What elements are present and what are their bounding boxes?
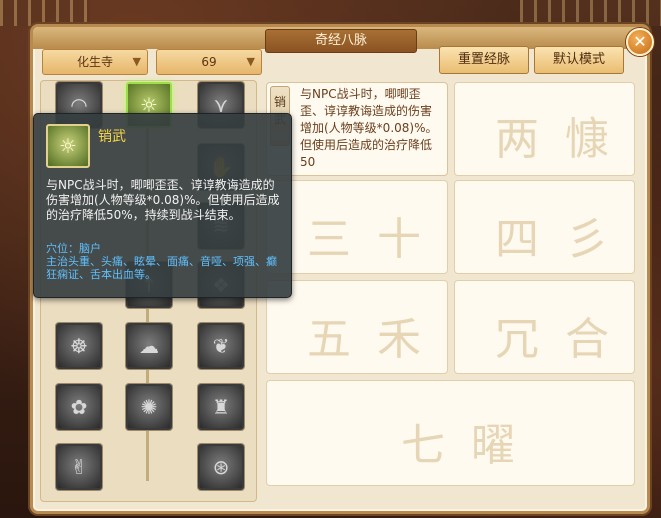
skill-leaf-icon[interactable]: ❦ <box>198 323 244 369</box>
level-dropdown[interactable]: 69 ▼ <box>156 49 262 75</box>
skill-hand-icon[interactable]: ✌ <box>56 444 102 490</box>
tooltip-acupoint-block: 穴位：脑户 主治头重、头痛、眩晕、面痛、音哑、项强、癫狂痫证、舌本出血等。 <box>46 242 286 281</box>
window-lattice-right <box>520 0 661 26</box>
slot-glyph: 十 <box>377 214 421 265</box>
slot-2[interactable]: 三 十 <box>266 180 448 274</box>
tooltip-skill-name: 销武 <box>98 129 126 145</box>
slot-glyph: 曜 <box>471 420 515 471</box>
tooltip-indication: 主治头重、头痛、眩晕、面痛、音哑、项强、癫狂痫证、舌本出血等。 <box>46 255 277 281</box>
slot-glyph: 慷 <box>565 114 609 165</box>
slot-glyph: 冗 <box>495 314 539 365</box>
tooltip-acupoint: 穴位：脑户 <box>46 242 101 255</box>
slot-6[interactable]: 七 曜 <box>266 380 635 486</box>
skill-pagoda-icon[interactable]: ♜ <box>198 384 244 430</box>
level-dropdown-value: 69 <box>201 55 217 69</box>
window-title: 奇经八脉 <box>265 29 417 53</box>
default-mode-button[interactable]: 默认模式 <box>534 46 624 74</box>
window-lattice-left <box>0 0 90 26</box>
close-icon[interactable]: ✕ <box>626 28 654 56</box>
slot-4[interactable]: 五 禾 <box>266 280 448 374</box>
slot-5[interactable]: 冗 合 <box>454 280 635 374</box>
skill-cloud-icon[interactable]: ☁ <box>126 323 172 369</box>
slot-glyph: 彡 <box>565 214 609 265</box>
slot-3[interactable]: 四 彡 <box>454 180 635 274</box>
chevron-down-icon: ▼ <box>132 55 141 68</box>
skill-buddha-icon[interactable]: ☸ <box>56 323 102 369</box>
sun-cloud-icon: ☼ <box>46 124 90 168</box>
slot-1[interactable]: 两 慷 <box>454 82 635 176</box>
slot-glyph: 四 <box>495 214 539 265</box>
slot-glyph: 七 <box>401 420 445 471</box>
slot-glyph: 合 <box>565 314 609 365</box>
sect-dropdown-value: 化生寺 <box>76 55 113 69</box>
sect-dropdown[interactable]: 化生寺 ▼ <box>42 49 148 75</box>
detail-text: 与NPC战斗时，唧唧歪歪、谆谆教诲造成的伤害增加(人物等级*0.08)%。但使用… <box>300 87 438 169</box>
tooltip-description: 与NPC战斗时，唧唧歪歪、谆谆教诲造成的伤害增加(人物等级*0.08)%。但使用… <box>46 178 280 222</box>
skill-tooltip: ☼ 销武 与NPC战斗时，唧唧歪歪、谆谆教诲造成的伤害增加(人物等级*0.08)… <box>33 113 292 298</box>
skill-scorpion-icon[interactable]: ✺ <box>126 384 172 430</box>
chevron-down-icon: ▼ <box>246 55 255 68</box>
skill-flower-icon[interactable]: ✿ <box>56 384 102 430</box>
slot-glyph: 三 <box>307 214 351 265</box>
skill-wheel-icon[interactable]: ⊛ <box>198 444 244 490</box>
reset-meridian-button[interactable]: 重置经脉 <box>439 46 529 74</box>
slot-glyph: 五 <box>307 314 351 365</box>
slot-glyph: 禾 <box>377 314 421 365</box>
slot-glyph: 两 <box>495 114 539 165</box>
